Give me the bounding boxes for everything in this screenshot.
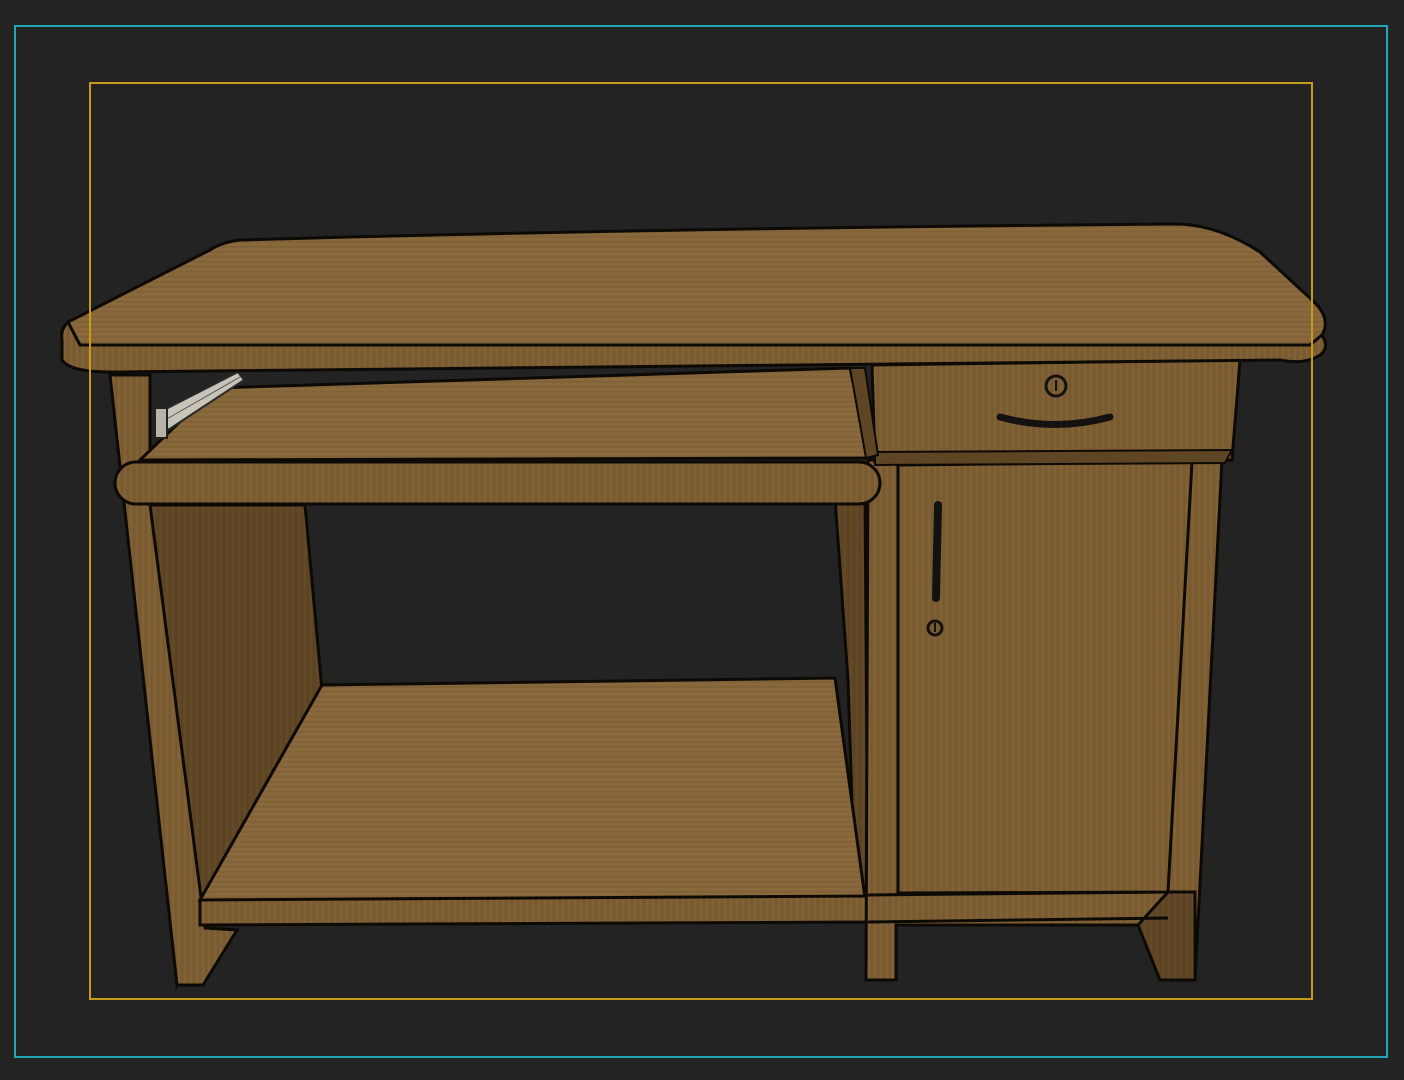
3d-viewport[interactable] (0, 0, 1404, 1080)
safe-frame (89, 82, 1313, 1000)
